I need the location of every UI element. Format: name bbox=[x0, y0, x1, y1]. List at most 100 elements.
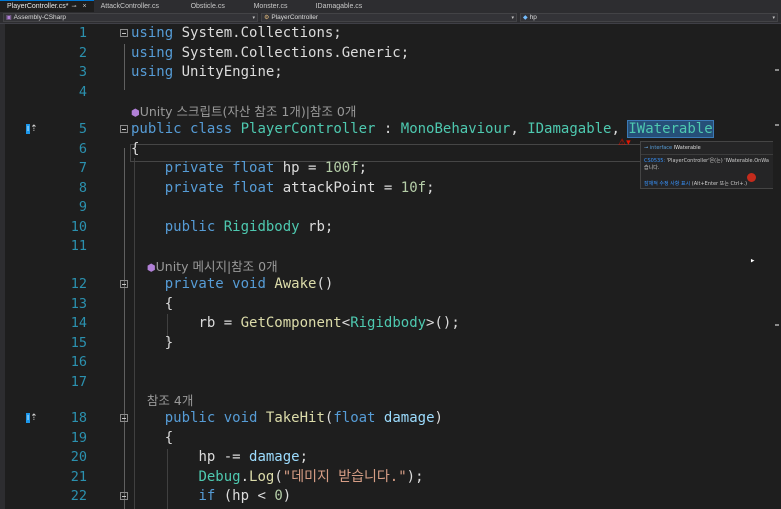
line-number: 22 bbox=[70, 488, 87, 504]
mouse-cursor-highlight bbox=[747, 173, 756, 182]
line-number: 1 bbox=[78, 25, 87, 41]
code-line[interactable]: 19 { bbox=[0, 429, 770, 448]
code-text: { bbox=[131, 141, 140, 157]
code-line[interactable]: 17 bbox=[0, 373, 770, 392]
line-number: 19 bbox=[70, 430, 87, 446]
code-line[interactable]: 22 if (hp < 0) bbox=[0, 487, 770, 506]
collapse-icon[interactable] bbox=[120, 414, 128, 422]
tooltip-signature: ⊸ interface IWaterable bbox=[644, 145, 701, 151]
code-line[interactable]: 11 bbox=[0, 237, 770, 256]
chevron-down-icon: ▾ bbox=[772, 15, 775, 21]
code-line[interactable]: I⇡ 18 public void TakeHit(float damage) bbox=[0, 409, 770, 428]
code-line[interactable]: 4 bbox=[0, 83, 770, 102]
code-line[interactable]: 20 hp -= damage; bbox=[0, 448, 770, 467]
tab-playercontroller[interactable]: PlayerController.cs* ⊸ × bbox=[0, 0, 94, 12]
code-text: public void TakeHit(float damage) bbox=[164, 410, 443, 426]
selected-identifier[interactable]: IWaterable bbox=[627, 120, 714, 138]
code-line[interactable]: 12 private void Awake() bbox=[0, 275, 770, 294]
code-text: using UnityEngine; bbox=[131, 64, 283, 80]
code-line[interactable]: 9 bbox=[0, 198, 770, 217]
scroll-marker bbox=[775, 324, 779, 326]
line-number: 16 bbox=[70, 354, 87, 370]
close-icon[interactable]: × bbox=[83, 3, 87, 10]
line-number: 13 bbox=[70, 296, 87, 312]
codelens-text[interactable]: 참조 4개 bbox=[131, 391, 193, 410]
code-text: public Rigidbody rb; bbox=[164, 219, 334, 235]
code-line[interactable]: I⇡ 5 public class PlayerController : Mon… bbox=[0, 120, 770, 139]
implementation-indicator-icon[interactable]: I⇡ bbox=[26, 120, 38, 139]
interface-icon: ⊸ bbox=[644, 145, 649, 151]
code-editor[interactable]: 1 using System.Collections; 2 using Syst… bbox=[0, 24, 781, 509]
class-name: PlayerController bbox=[271, 14, 318, 21]
code-line[interactable]: 3 using UnityEngine; bbox=[0, 63, 770, 82]
code-text: { bbox=[164, 430, 174, 446]
line-number: 14 bbox=[70, 315, 87, 331]
code-text: rb = GetComponent<Rigidbody>(); bbox=[198, 315, 460, 331]
code-line[interactable]: 13 { bbox=[0, 295, 770, 314]
tab-label: Monster.cs bbox=[253, 2, 288, 10]
line-number: 4 bbox=[78, 84, 87, 100]
class-dropdown[interactable]: ⚙ PlayerController ▾ bbox=[261, 13, 517, 22]
code-text: private float hp = 100f; bbox=[164, 160, 368, 176]
line-number: 7 bbox=[78, 160, 87, 176]
member-name: hp bbox=[529, 14, 537, 21]
implementation-indicator-icon[interactable]: I⇡ bbox=[26, 409, 38, 428]
line-number: 5 bbox=[78, 121, 87, 137]
line-number: 17 bbox=[70, 374, 87, 390]
error-lightbulb-icon[interactable]: ⚠▾ bbox=[618, 138, 631, 148]
tab-idamagable[interactable]: IDamagable.cs bbox=[309, 0, 377, 12]
line-number: 9 bbox=[78, 199, 87, 215]
line-number: 18 bbox=[70, 410, 87, 426]
tab-attackcontroller[interactable]: AttackController.cs bbox=[94, 0, 184, 12]
tab-label: IDamagable.cs bbox=[315, 2, 363, 10]
tab-monster[interactable]: Monster.cs bbox=[247, 0, 309, 12]
navigation-bar: ▣ Assembly-CSharp ▾ ⚙ PlayerController ▾… bbox=[0, 12, 781, 24]
code-text: Debug.Log("데미지 받습니다."); bbox=[198, 469, 424, 485]
chevron-down-icon: ▾ bbox=[252, 15, 255, 21]
unity-icon: ⬢ bbox=[146, 263, 156, 274]
collapse-icon[interactable] bbox=[120, 29, 128, 37]
code-line[interactable]: 21 Debug.Log("데미지 받습니다."); bbox=[0, 468, 770, 487]
code-line[interactable]: 2 using System.Collections.Generic; bbox=[0, 44, 770, 63]
error-code-link[interactable]: CS0535: bbox=[644, 158, 665, 164]
project-dropdown[interactable]: ▣ Assembly-CSharp ▾ bbox=[3, 13, 258, 22]
code-text: if (hp < 0) bbox=[198, 488, 292, 504]
class-icon: ⚙ bbox=[264, 15, 270, 21]
line-number: 12 bbox=[70, 276, 87, 292]
code-line[interactable]: 10 public Rigidbody rb; bbox=[0, 218, 770, 237]
scroll-marker bbox=[775, 69, 779, 71]
tab-obsticle[interactable]: Obsticle.cs bbox=[184, 0, 247, 12]
line-number: 21 bbox=[70, 469, 87, 485]
tab-label: Obsticle.cs bbox=[190, 2, 225, 10]
codelens[interactable]: 참조 4개 bbox=[0, 391, 770, 410]
code-text: using System.Collections.Generic; bbox=[131, 44, 410, 61]
tab-label: PlayerController.cs* bbox=[7, 3, 69, 10]
unity-icon: ⬢ bbox=[131, 108, 140, 119]
tooltip-fix-row: 잠재적 수정 사항 표시 (Alt+Enter 또는 Ctrl+.) bbox=[644, 181, 748, 187]
tooltip-error-message: CS0535: 'PlayerController'은(는) 'IWaterab… bbox=[644, 158, 769, 171]
show-fixes-link[interactable]: 잠재적 수정 사항 표시 bbox=[644, 181, 690, 187]
collapse-icon[interactable] bbox=[120, 280, 128, 288]
line-number: 8 bbox=[78, 180, 87, 196]
code-text: } bbox=[164, 335, 174, 351]
line-number: 15 bbox=[70, 335, 87, 351]
code-line[interactable]: 1 using System.Collections; bbox=[0, 24, 770, 43]
code-line[interactable]: 15 } bbox=[0, 334, 770, 353]
code-line[interactable]: 14 rb = GetComponent<Rigidbody>(); bbox=[0, 314, 770, 333]
code-line[interactable]: 16 bbox=[0, 353, 770, 372]
mouse-pointer-icon: ▸ bbox=[750, 256, 756, 266]
collapse-icon[interactable] bbox=[120, 492, 128, 500]
project-name: Assembly-CSharp bbox=[13, 14, 67, 21]
code-text: private float attackPoint = 10f; bbox=[164, 180, 435, 196]
line-number: 2 bbox=[78, 44, 87, 61]
line-number: 6 bbox=[78, 141, 87, 157]
codelens[interactable]: ⬢Unity 스크립트(자산 참조 1개)|참조 0개 bbox=[0, 102, 770, 121]
collapse-icon[interactable] bbox=[120, 125, 128, 133]
code-text: { bbox=[164, 296, 174, 312]
line-number: 20 bbox=[70, 449, 87, 465]
line-number: 10 bbox=[70, 219, 87, 235]
member-dropdown[interactable]: ◆ hp ▾ bbox=[520, 13, 778, 22]
pin-icon[interactable]: ⊸ bbox=[71, 3, 76, 10]
vertical-scrollbar[interactable] bbox=[773, 24, 781, 509]
codelens[interactable]: ⬢Unity 메시지|참조 0개 bbox=[0, 257, 770, 276]
